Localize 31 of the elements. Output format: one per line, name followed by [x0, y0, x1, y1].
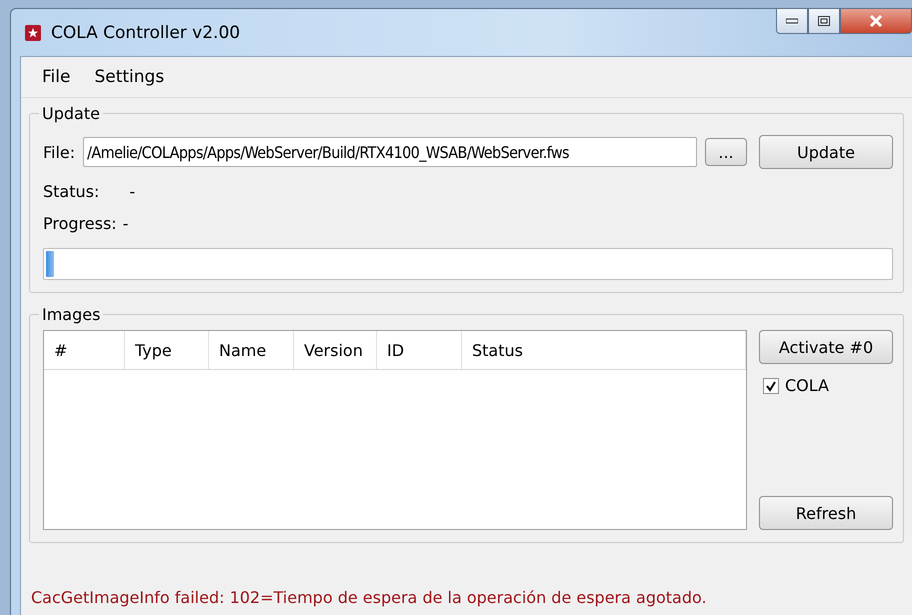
app-icon — [25, 24, 41, 40]
browse-button[interactable]: ... — [705, 138, 747, 166]
minimize-button[interactable] — [776, 9, 808, 34]
checkbox-label: COLA — [785, 376, 829, 395]
window-title: COLA Controller v2.00 — [51, 22, 240, 42]
cola-checkbox[interactable] — [763, 378, 779, 394]
close-icon — [869, 15, 883, 27]
refresh-button[interactable]: Refresh — [759, 496, 893, 530]
column-header[interactable]: Status — [462, 331, 746, 369]
update-button[interactable]: Update — [759, 135, 893, 169]
file-path-field[interactable]: /Amelie/COLApps/Apps/WebServer/Build/RTX4100_WSAB/WebServer.fws — [83, 137, 697, 167]
maximize-icon — [818, 16, 830, 26]
close-button[interactable] — [840, 9, 912, 34]
column-header[interactable]: # — [44, 331, 125, 369]
progress-value: - — [122, 214, 128, 233]
column-header[interactable]: ID — [377, 331, 462, 369]
progress-label: Progress: — [43, 214, 117, 233]
menu-item[interactable]: File — [31, 63, 82, 91]
status-label: Status: — [43, 182, 100, 201]
menu-item[interactable]: Settings — [83, 63, 176, 91]
column-header[interactable]: Name — [209, 331, 294, 369]
column-header[interactable]: Version — [294, 331, 377, 369]
status-value: - — [129, 182, 136, 201]
group-title: Images — [41, 305, 102, 324]
column-header[interactable]: Type — [125, 331, 209, 369]
activate-button[interactable]: Activate #0 — [759, 330, 893, 364]
file-label: File: — [43, 142, 76, 162]
group-title: Update — [41, 104, 101, 123]
status-message: CacGetImageInfo failed: 102=Tiempo de espera de la operación de espera agotado. — [30, 588, 708, 609]
maximize-button[interactable] — [808, 9, 840, 34]
minimize-icon — [786, 18, 798, 24]
